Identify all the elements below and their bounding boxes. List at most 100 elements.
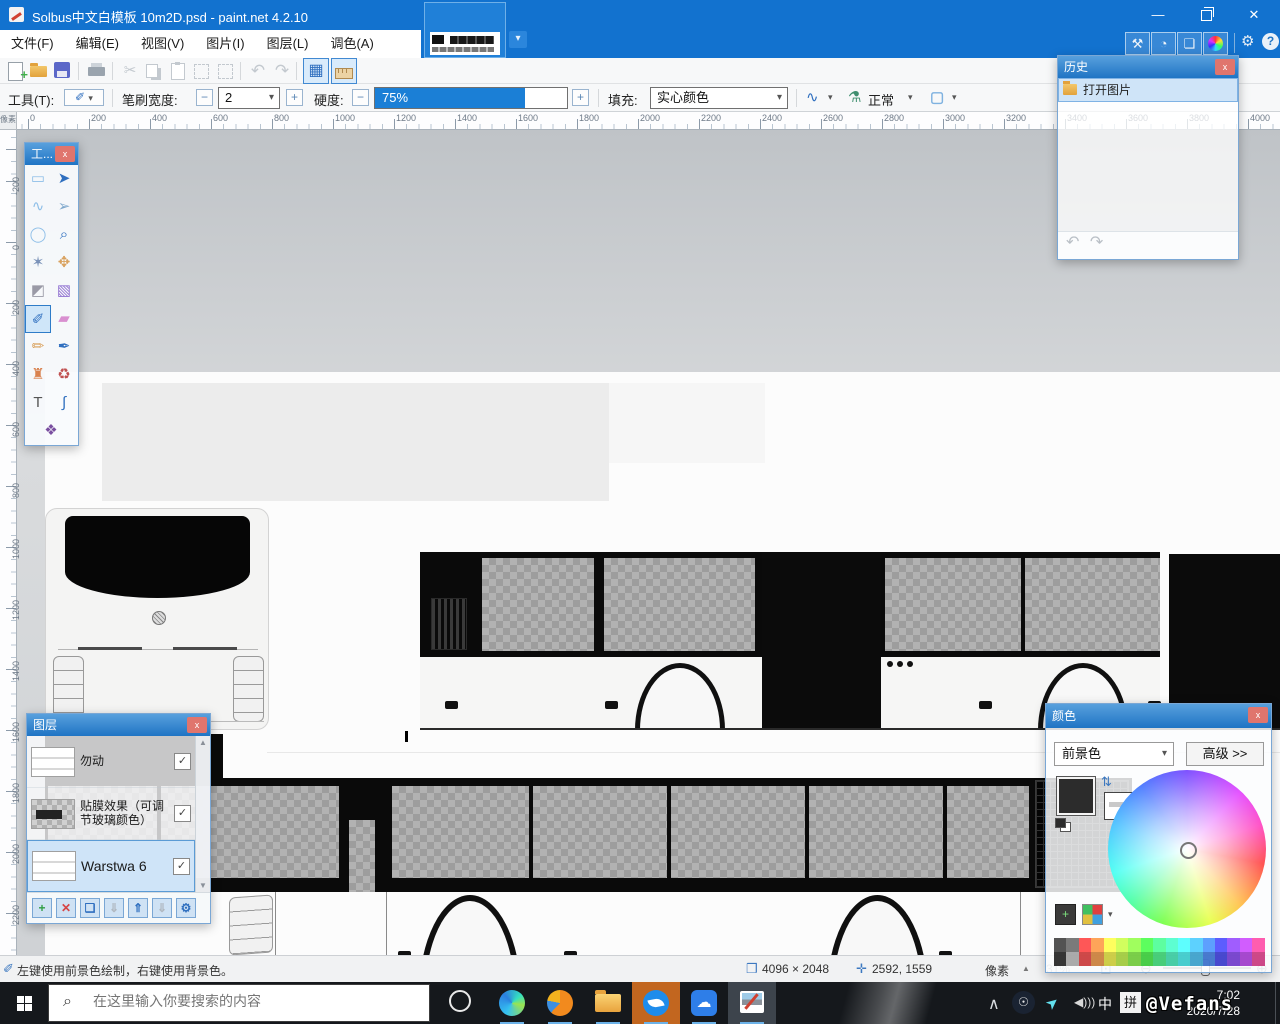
palette-swatch[interactable] bbox=[1227, 952, 1239, 966]
palette-swatch[interactable] bbox=[1079, 952, 1091, 966]
palette-swatch[interactable] bbox=[1215, 952, 1227, 966]
cortana-button[interactable] bbox=[438, 982, 486, 1024]
cloud-app-button[interactable]: ☁ bbox=[680, 982, 728, 1024]
layer-row[interactable]: 勿动 ✓ bbox=[27, 736, 195, 788]
palette-swatch[interactable] bbox=[1166, 938, 1178, 952]
palette-swatch[interactable] bbox=[1166, 952, 1178, 966]
fill-style-combo[interactable]: 实心颜色▾ bbox=[650, 87, 788, 109]
add-layer-button[interactable]: + bbox=[32, 898, 52, 918]
add-to-palette-icon[interactable]: + bbox=[1055, 904, 1076, 925]
paintbrush-tool[interactable]: ✐ bbox=[25, 305, 51, 333]
palette-swatch[interactable] bbox=[1116, 938, 1128, 952]
brush-width-combo[interactable]: 2▾ bbox=[218, 87, 280, 109]
image-list-chevron-icon[interactable]: ▾ bbox=[509, 31, 527, 48]
pencil-tool[interactable]: ✏ bbox=[25, 333, 51, 361]
cut-button[interactable]: ✂ bbox=[119, 60, 141, 82]
tray-expand-chevron[interactable]: ∧ bbox=[988, 994, 1000, 1014]
layers-window-title[interactable]: 图层 x bbox=[27, 714, 210, 736]
move-selection-tool[interactable]: ➢ bbox=[51, 193, 77, 221]
color-target-select[interactable]: 前景色▾ bbox=[1054, 742, 1174, 766]
restore-button[interactable] bbox=[1182, 0, 1230, 30]
palette-swatch[interactable] bbox=[1116, 952, 1128, 966]
menu-item[interactable]: 视图(V) bbox=[130, 30, 195, 58]
toggle-layers-window-button[interactable]: ❏ bbox=[1177, 32, 1202, 55]
ellipse-select-tool[interactable]: ◯ bbox=[25, 221, 51, 249]
volume-icon[interactable]: ◀))) bbox=[1074, 995, 1095, 1009]
undo-icon[interactable]: ↶ bbox=[1066, 234, 1079, 251]
antialiasing-icon[interactable]: ∿ bbox=[806, 88, 819, 106]
save-button[interactable] bbox=[52, 60, 74, 82]
close-icon[interactable]: x bbox=[187, 717, 207, 733]
hardness-increase-button[interactable]: + bbox=[572, 89, 589, 106]
advanced-colors-button[interactable]: 高级 >> bbox=[1186, 742, 1264, 766]
palette-swatch[interactable] bbox=[1240, 938, 1252, 952]
palette-swatch[interactable] bbox=[1252, 952, 1264, 966]
layer-row[interactable]: 贴膜效果（可调节玻璃颜色） ✓ bbox=[27, 788, 195, 840]
file-explorer-button[interactable] bbox=[584, 982, 632, 1024]
color-picker-tool[interactable]: ✒ bbox=[51, 333, 77, 361]
palette-menu-icon[interactable] bbox=[1082, 904, 1103, 925]
layer-visibility-checkbox[interactable]: ✓ bbox=[174, 753, 191, 770]
pan-tool[interactable]: ✥ bbox=[51, 249, 77, 277]
tools-window-title[interactable]: 工... x bbox=[25, 143, 78, 165]
palette-swatch[interactable] bbox=[1079, 938, 1091, 952]
recolor-tool[interactable]: ♻ bbox=[51, 361, 77, 389]
unit-dropdown[interactable]: 像素 bbox=[985, 962, 1009, 979]
active-tool-button[interactable]: ✐ ▾ bbox=[64, 89, 104, 106]
colors-window-title[interactable]: 颜色 x bbox=[1046, 704, 1271, 728]
palette-swatch[interactable] bbox=[1240, 952, 1252, 966]
open-image-tab[interactable] bbox=[424, 2, 506, 58]
grid-toggle-button[interactable]: ▦ bbox=[303, 58, 329, 84]
pinyin-ime-icon[interactable]: 拼 bbox=[1120, 992, 1141, 1013]
duplicate-layer-button[interactable]: ❏ bbox=[80, 898, 100, 918]
rectangle-select-tool[interactable]: ▭ bbox=[25, 165, 51, 193]
reset-colors-icon[interactable] bbox=[1055, 818, 1071, 832]
move-layer-down-button[interactable]: ⇓ bbox=[152, 898, 172, 918]
paste-button[interactable] bbox=[167, 60, 189, 82]
delete-layer-button[interactable]: ✕ bbox=[56, 898, 76, 918]
clone-stamp-tool[interactable]: ♜ bbox=[25, 361, 51, 389]
dingtalk-button[interactable] bbox=[632, 982, 680, 1024]
edge-browser-button[interactable] bbox=[488, 982, 536, 1024]
close-button[interactable]: ✕ bbox=[1230, 0, 1278, 30]
crop-to-selection-button[interactable] bbox=[191, 60, 213, 82]
eraser-tool[interactable]: ▰ bbox=[51, 305, 77, 333]
gradient-tool[interactable]: ▧ bbox=[51, 277, 77, 305]
show-desktop-button[interactable] bbox=[1275, 982, 1280, 1024]
palette-swatch[interactable] bbox=[1128, 938, 1140, 952]
merge-down-button[interactable]: ⇓ bbox=[104, 898, 124, 918]
magic-wand-tool[interactable]: ✶ bbox=[25, 249, 51, 277]
palette-swatch[interactable] bbox=[1128, 952, 1140, 966]
lasso-select-tool[interactable]: ∿ bbox=[25, 193, 51, 221]
palette-swatch[interactable] bbox=[1190, 938, 1202, 952]
settings-gear-icon[interactable]: ⚙ bbox=[1241, 32, 1254, 50]
palette-swatch[interactable] bbox=[1091, 952, 1103, 966]
brush-width-decrease-button[interactable]: − bbox=[196, 89, 213, 106]
close-icon[interactable]: x bbox=[55, 146, 75, 162]
zoom-tool[interactable]: ⌕ bbox=[51, 221, 77, 249]
taskbar-search[interactable]: ⌕ bbox=[48, 984, 430, 1022]
layer-row[interactable]: Warstwa 6 ✓ bbox=[27, 840, 195, 892]
line-curve-tool[interactable]: ∫ bbox=[51, 389, 77, 417]
menu-item[interactable]: 调色(A) bbox=[319, 30, 384, 58]
foreground-color-swatch[interactable] bbox=[1056, 776, 1096, 816]
color-wheel-selector[interactable] bbox=[1180, 842, 1197, 859]
palette-swatch[interactable] bbox=[1054, 952, 1066, 966]
search-input[interactable] bbox=[91, 992, 415, 1010]
palette-swatch[interactable] bbox=[1153, 952, 1165, 966]
toggle-colors-window-button[interactable] bbox=[1203, 32, 1228, 55]
palette-swatch[interactable] bbox=[1066, 938, 1078, 952]
palette-swatch[interactable] bbox=[1066, 952, 1078, 966]
chevron-down-icon[interactable]: ▾ bbox=[952, 92, 957, 103]
layer-visibility-checkbox[interactable]: ✓ bbox=[174, 805, 191, 822]
open-file-button[interactable] bbox=[28, 60, 50, 82]
palette-swatch[interactable] bbox=[1141, 938, 1153, 952]
brush-width-increase-button[interactable]: + bbox=[286, 89, 303, 106]
steam-tray-icon[interactable]: ☉ bbox=[1012, 991, 1035, 1014]
palette-swatch[interactable] bbox=[1215, 938, 1227, 952]
layer-properties-button[interactable]: ⚙ bbox=[176, 898, 196, 918]
palette-swatch[interactable] bbox=[1203, 938, 1215, 952]
hardness-decrease-button[interactable]: − bbox=[352, 89, 369, 106]
copy-button[interactable] bbox=[143, 60, 165, 82]
palette-swatch[interactable] bbox=[1203, 952, 1215, 966]
